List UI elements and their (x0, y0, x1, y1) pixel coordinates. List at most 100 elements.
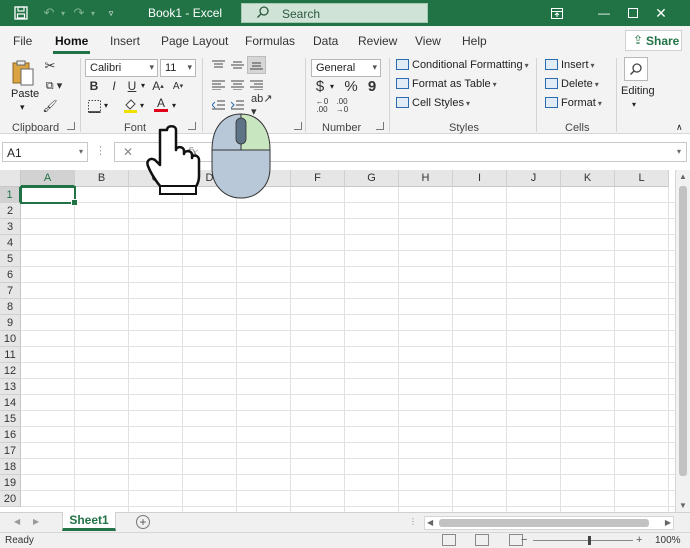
row-header-20[interactable]: 20 (0, 491, 21, 507)
middle-align-icon[interactable] (229, 58, 245, 72)
cell-styles-button[interactable]: Cell Styles ▾ (396, 97, 470, 109)
row-header-17[interactable]: 17 (0, 443, 21, 459)
row-header-5[interactable]: 5 (0, 251, 21, 267)
select-all-corner[interactable] (0, 170, 21, 187)
row-header-6[interactable]: 6 (0, 267, 21, 283)
active-cell[interactable] (20, 186, 78, 206)
row-header-10[interactable]: 10 (0, 331, 21, 347)
insert-function-button[interactable]: fx (187, 145, 198, 159)
tab-file[interactable]: File (13, 34, 32, 48)
row-header-2[interactable]: 2 (0, 203, 21, 219)
scroll-right-icon[interactable]: ▶ (665, 518, 671, 527)
column-header-j[interactable]: J (507, 170, 561, 187)
zoom-slider-thumb[interactable] (588, 536, 591, 545)
top-align-icon[interactable] (210, 58, 226, 72)
row-header-1[interactable]: 1 (0, 187, 21, 203)
editing-label[interactable]: Editing (621, 85, 655, 97)
currency-dropdown-icon[interactable]: ▾ (330, 82, 334, 91)
tab-view[interactable]: View (415, 34, 441, 48)
currency-button[interactable]: $ (313, 78, 327, 95)
formula-bar-grip-icon[interactable]: ⋮ (95, 144, 106, 157)
row-header-14[interactable]: 14 (0, 395, 21, 411)
row-header-15[interactable]: 15 (0, 411, 21, 427)
underline-button[interactable]: U (124, 78, 140, 94)
column-header-f[interactable]: F (291, 170, 345, 187)
column-header-c[interactable]: C (129, 170, 183, 187)
editing-dropdown-icon[interactable]: ▾ (632, 100, 636, 109)
column-header-l[interactable]: L (615, 170, 669, 187)
tab-insert[interactable]: Insert (110, 34, 140, 48)
insert-cells-button[interactable]: Insert ▾ (545, 59, 595, 71)
align-center-icon[interactable] (229, 78, 245, 92)
bold-button[interactable]: B (86, 78, 102, 94)
font-color-dropdown-icon[interactable]: ▾ (172, 101, 176, 110)
name-box[interactable]: A1 ▾ (2, 142, 88, 162)
paste-icon[interactable] (8, 58, 38, 88)
column-header-i[interactable]: I (453, 170, 507, 187)
paste-label[interactable]: Paste (11, 88, 39, 100)
bottom-align-icon[interactable] (247, 56, 266, 74)
search-box[interactable]: Search (241, 3, 428, 23)
row-header-12[interactable]: 12 (0, 363, 21, 379)
minimize-button[interactable]: — (590, 2, 618, 24)
zoom-slider[interactable] (533, 540, 633, 541)
align-left-icon[interactable] (210, 78, 226, 92)
tab-split-grip-icon[interactable]: ⋮ (409, 517, 417, 526)
close-button[interactable]: ✕ (647, 2, 675, 24)
increase-decimal-icon[interactable]: ←0.00 (313, 98, 331, 114)
tab-help[interactable]: Help (462, 34, 487, 48)
conditional-formatting-button[interactable]: Conditional Formatting ▾ (396, 59, 529, 71)
scroll-left-icon[interactable]: ◀ (427, 518, 433, 527)
collapse-ribbon-icon[interactable]: ∧ (676, 122, 683, 133)
align-right-icon[interactable] (248, 78, 264, 92)
row-header-11[interactable]: 11 (0, 347, 21, 363)
alignment-launcher-icon[interactable] (294, 122, 302, 130)
redo-dropdown-icon[interactable]: ▾ (84, 4, 102, 22)
decrease-decimal-icon[interactable]: .00 →0 (333, 98, 351, 114)
increase-font-icon[interactable]: A ▴ (150, 78, 166, 94)
font-launcher-icon[interactable] (188, 122, 196, 130)
next-sheet-icon[interactable]: ▶ (33, 517, 39, 526)
tab-review[interactable]: Review (358, 34, 397, 48)
decrease-font-icon[interactable]: A ▾ (170, 78, 186, 94)
tab-page-layout[interactable]: Page Layout (161, 34, 228, 48)
copy-icon[interactable]: ⧉ ▾ (42, 78, 66, 94)
customize-toolbar-icon[interactable]: ▿ (102, 4, 120, 22)
scroll-up-icon[interactable]: ▲ (679, 172, 687, 181)
save-icon[interactable] (12, 4, 30, 22)
page-layout-view-icon[interactable] (475, 534, 489, 546)
comma-style-button[interactable]: 9 (366, 78, 378, 95)
number-format-combo[interactable]: General ▾ (311, 59, 381, 77)
font-name-combo[interactable]: Calibri ▾ (85, 59, 158, 77)
editing-search-icon[interactable] (624, 57, 648, 81)
paste-dropdown-icon[interactable]: ▾ (20, 102, 25, 113)
enter-icon[interactable]: ✓ (159, 145, 169, 159)
sheet-tab-sheet1[interactable]: Sheet1 (62, 512, 116, 531)
zoom-level[interactable]: 100% (655, 535, 681, 546)
format-painter-icon[interactable]: 🖌 (42, 98, 58, 114)
percent-button[interactable]: % (343, 78, 359, 95)
fill-color-dropdown-icon[interactable]: ▾ (140, 101, 144, 110)
ribbon-display-options-icon[interactable] (543, 2, 571, 24)
column-header-h[interactable]: H (399, 170, 453, 187)
row-header-16[interactable]: 16 (0, 427, 21, 443)
scroll-down-icon[interactable]: ▼ (679, 501, 687, 510)
font-size-combo[interactable]: 11 ▾ (160, 59, 196, 77)
maximize-button[interactable] (619, 2, 647, 24)
formula-input[interactable]: ▾ (214, 142, 687, 162)
row-header-8[interactable]: 8 (0, 299, 21, 315)
vertical-scroll-thumb[interactable] (679, 186, 687, 476)
row-header-18[interactable]: 18 (0, 459, 21, 475)
row-header-13[interactable]: 13 (0, 379, 21, 395)
font-color-icon[interactable]: A (152, 95, 170, 113)
column-header-b[interactable]: B (75, 170, 129, 187)
format-as-table-button[interactable]: Format as Table ▾ (396, 78, 497, 90)
tab-data[interactable]: Data (313, 34, 338, 48)
delete-cells-button[interactable]: Delete ▾ (545, 78, 599, 90)
underline-dropdown-icon[interactable]: ▾ (141, 81, 145, 90)
prev-sheet-icon[interactable]: ◀ (14, 517, 20, 526)
cut-icon[interactable]: ✂ (42, 58, 58, 74)
row-header-9[interactable]: 9 (0, 315, 21, 331)
format-cells-button[interactable]: Format ▾ (545, 97, 602, 109)
column-header-a[interactable]: A (21, 170, 75, 187)
